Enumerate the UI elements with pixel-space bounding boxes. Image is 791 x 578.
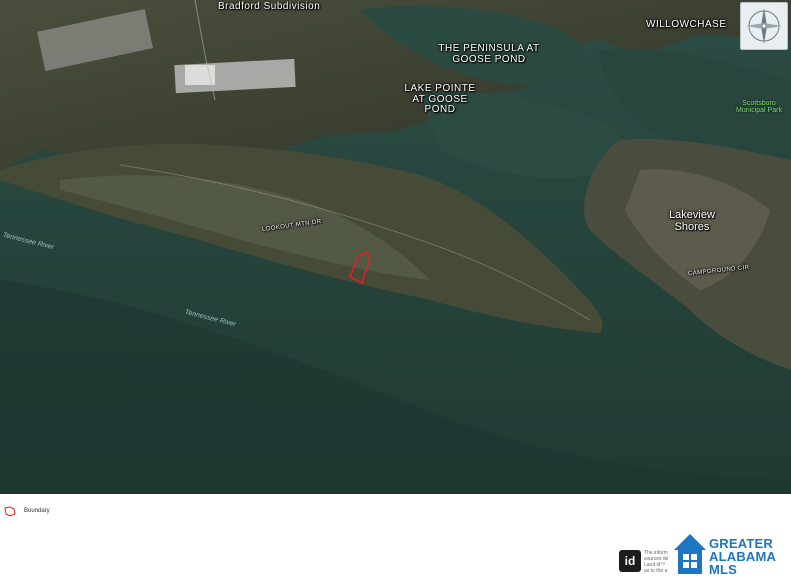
greater-alabama-mls-logo: GREATER ALABAMA MLS bbox=[672, 532, 788, 576]
legend-label: Boundary bbox=[24, 508, 50, 514]
house-logo-icon bbox=[674, 534, 706, 574]
mls-wordmark: GREATER ALABAMA MLS bbox=[709, 536, 777, 577]
disclaimer-text: The inform sources de Land id™ as to the… bbox=[644, 550, 669, 574]
label-peninsula: THE PENINSULA AT GOOSE POND bbox=[438, 43, 540, 65]
label-lakeview-shores: Lakeview Shores bbox=[669, 209, 715, 233]
boundary-outline-icon bbox=[4, 505, 16, 517]
aerial-imagery bbox=[0, 0, 791, 494]
label-lake-pointe: LAKE POINTE AT GOOSE POND bbox=[404, 83, 476, 115]
label-bradford: Bradford Subdivision bbox=[218, 1, 321, 12]
aerial-map[interactable]: Bradford Subdivision THE PENINSULA AT GO… bbox=[0, 0, 791, 494]
property-map-page: Bradford Subdivision THE PENINSULA AT GO… bbox=[0, 0, 791, 578]
compass-rose-icon[interactable] bbox=[740, 2, 788, 50]
label-park: Scottsboro Municipal Park bbox=[736, 100, 782, 115]
landid-logo: id bbox=[619, 550, 641, 572]
label-willowchase: WILLOWCHASE bbox=[646, 19, 727, 30]
map-legend: Boundary bbox=[4, 505, 50, 517]
